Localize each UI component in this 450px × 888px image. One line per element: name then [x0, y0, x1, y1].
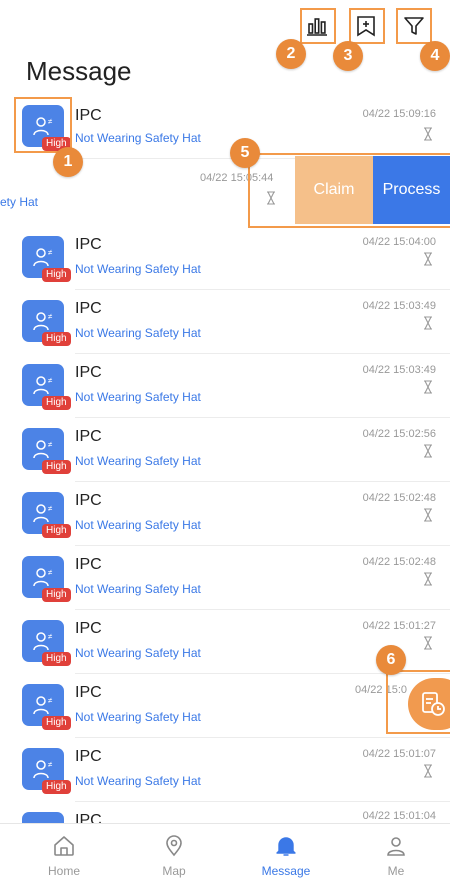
- event-type: Not Wearing Safety Hat: [75, 326, 201, 340]
- list-item[interactable]: ≠ High IPC Not Wearing Safety Hat 04/22 …: [0, 738, 450, 802]
- device-name: IPC: [75, 684, 102, 701]
- severity-badge: High: [42, 716, 71, 730]
- tab-label: Me: [387, 864, 405, 878]
- severity-badge: High: [42, 332, 71, 346]
- hourglass-icon: [424, 316, 432, 330]
- highlight-swipe-actions: [248, 153, 450, 228]
- event-type: Not Wearing Safety Hat: [75, 262, 201, 276]
- tab-message[interactable]: Message: [230, 824, 342, 888]
- svg-text:≠: ≠: [48, 440, 53, 449]
- event-type: ety Hat: [0, 195, 39, 209]
- svg-text:≠: ≠: [48, 376, 53, 385]
- event-type: Not Wearing Safety Hat: [75, 518, 201, 532]
- timestamp: 04/22 15:02:48: [362, 492, 436, 504]
- event-type: Not Wearing Safety Hat: [75, 131, 201, 145]
- callout-badge-1: 1: [53, 147, 83, 177]
- page-title: Message: [26, 56, 132, 86]
- tab-bar: Home Map Message Me: [0, 823, 450, 888]
- tab-map[interactable]: Map: [118, 824, 230, 888]
- tab-me[interactable]: Me: [340, 824, 450, 888]
- hourglass-icon: [424, 127, 432, 141]
- svg-text:≠: ≠: [48, 632, 53, 641]
- device-name: IPC: [75, 748, 102, 765]
- device-name: IPC: [75, 107, 102, 124]
- event-type: Not Wearing Safety Hat: [75, 646, 201, 660]
- severity-badge: High: [42, 524, 71, 538]
- timestamp: 04/22 15:03:49: [362, 300, 436, 312]
- timestamp: 04/22 15:02:48: [362, 556, 436, 568]
- device-name: IPC: [75, 300, 102, 317]
- message-screen: Message ≠ High IPC Not Wearing Safety Ha…: [0, 0, 450, 888]
- svg-text:≠: ≠: [48, 760, 53, 769]
- callout-badge-4: 4: [420, 41, 450, 71]
- highlight-avatar: [14, 97, 72, 153]
- device-name: IPC: [75, 236, 102, 253]
- device-name: IPC: [75, 428, 102, 445]
- device-name: IPC: [75, 492, 102, 509]
- svg-text:≠: ≠: [48, 312, 53, 321]
- device-name: IPC: [75, 556, 102, 573]
- hourglass-icon: [424, 444, 432, 458]
- severity-badge: High: [42, 588, 71, 602]
- list-item[interactable]: ≠ High IPC Not Wearing Safety Hat 04/22 …: [0, 546, 450, 610]
- tab-label: Home: [47, 864, 80, 878]
- event-type: Not Wearing Safety Hat: [75, 454, 201, 468]
- device-name: IPC: [75, 620, 102, 637]
- callout-badge-2: 2: [276, 39, 306, 69]
- svg-text:≠: ≠: [48, 696, 53, 705]
- timestamp: 04/22 15:01:27: [362, 620, 436, 632]
- timestamp: 04/22 15:01:04: [362, 810, 436, 822]
- event-type: Not Wearing Safety Hat: [75, 582, 201, 596]
- hourglass-icon: [424, 380, 432, 394]
- timestamp: 04/22 15:04:00: [362, 236, 436, 248]
- svg-text:≠: ≠: [48, 568, 53, 577]
- hourglass-icon: [424, 636, 432, 650]
- list-item[interactable]: IPC 04/22 15:01:04: [0, 802, 450, 823]
- tab-label: Map: [162, 864, 186, 878]
- list-item[interactable]: ≠ High IPC Not Wearing Safety Hat 04/22 …: [0, 354, 450, 418]
- bell-icon: [272, 832, 300, 860]
- map-pin-icon: [160, 832, 188, 860]
- callout-badge-3: 3: [333, 41, 363, 71]
- timestamp: 04/22 15:03:49: [362, 364, 436, 376]
- user-icon: [382, 832, 410, 860]
- event-type: Not Wearing Safety Hat: [75, 710, 201, 724]
- list-item[interactable]: ≠ High IPC Not Wearing Safety Hat 04/22 …: [0, 674, 450, 738]
- severity-badge: High: [42, 268, 71, 282]
- highlight-statistics: [300, 8, 336, 44]
- device-name: IPC: [75, 364, 102, 381]
- home-icon: [50, 832, 78, 860]
- tab-home[interactable]: Home: [8, 824, 120, 888]
- event-type: Not Wearing Safety Hat: [75, 390, 201, 404]
- svg-text:≠: ≠: [48, 504, 53, 513]
- list-item[interactable]: ≠ High IPC Not Wearing Safety Hat 04/22 …: [0, 482, 450, 546]
- list-item[interactable]: ≠ High IPC Not Wearing Safety Hat 04/22 …: [0, 290, 450, 354]
- severity-badge: High: [42, 652, 71, 666]
- severity-badge: High: [42, 460, 71, 474]
- severity-badge: High: [42, 396, 71, 410]
- hourglass-icon: [424, 764, 432, 778]
- list-item[interactable]: ≠ High IPC Not Wearing Safety Hat 04/22 …: [0, 226, 450, 290]
- svg-text:≠: ≠: [48, 248, 53, 257]
- timestamp: 04/22 15:02:56: [362, 428, 436, 440]
- timestamp: 04/22 15:09:16: [362, 108, 436, 120]
- highlight-add-bookmark: [349, 8, 385, 44]
- highlight-filter: [396, 8, 432, 44]
- severity-badge: High: [42, 780, 71, 794]
- timestamp: 04/22 15:01:07: [362, 748, 436, 760]
- device-name: IPC: [75, 812, 102, 823]
- list-item[interactable]: ≠ High IPC Not Wearing Safety Hat 04/22 …: [0, 418, 450, 482]
- hourglass-icon: [424, 508, 432, 522]
- highlight-fab: [386, 670, 450, 734]
- callout-badge-5: 5: [230, 138, 260, 168]
- hourglass-icon: [424, 572, 432, 586]
- person-alert-icon: [22, 812, 64, 823]
- hourglass-icon: [424, 252, 432, 266]
- event-type: Not Wearing Safety Hat: [75, 774, 201, 788]
- callout-badge-6: 6: [376, 645, 406, 675]
- tab-label: Message: [261, 864, 311, 878]
